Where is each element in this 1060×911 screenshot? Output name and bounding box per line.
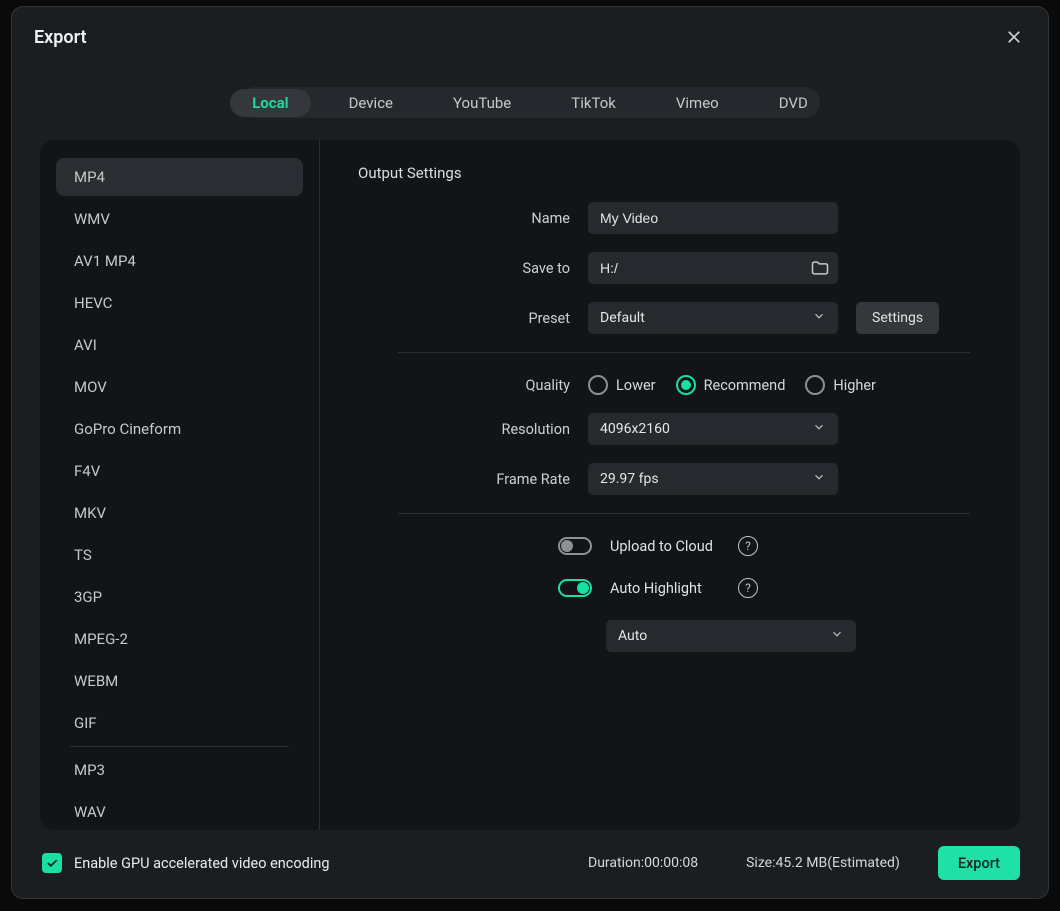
- format-separator: [70, 746, 289, 747]
- format-list: MP4 WMV AV1 MP4 HEVC AVI MOV GoPro Cineform F4V…: [40, 140, 320, 830]
- preset-label: Preset: [358, 310, 588, 327]
- save-to-input[interactable]: [588, 252, 838, 284]
- format-item-avi[interactable]: AVI: [56, 326, 303, 364]
- gpu-checkbox[interactable]: [42, 853, 62, 873]
- format-item-wav[interactable]: WAV: [56, 793, 303, 830]
- titlebar: Export: [12, 7, 1048, 57]
- quality-radio-recommend[interactable]: Recommend: [676, 375, 786, 395]
- quality-radio-higher[interactable]: Higher: [805, 375, 876, 395]
- upload-cloud-toggle[interactable]: [558, 537, 592, 555]
- export-tabs: LocalDeviceYouTubeTikTokVimeoDVD: [240, 87, 820, 118]
- upload-cloud-label: Upload to Cloud: [610, 538, 720, 555]
- radio-icon: [588, 375, 608, 395]
- tab-dvd[interactable]: DVD: [757, 89, 830, 117]
- frame-rate-value: 29.97 fps: [600, 471, 659, 487]
- tab-youtube[interactable]: YouTube: [431, 89, 533, 117]
- separator: [398, 352, 970, 353]
- tab-vimeo[interactable]: Vimeo: [654, 89, 741, 117]
- quality-radio-lower[interactable]: Lower: [588, 375, 656, 395]
- output-settings: Output Settings Name Save to Preset Defa…: [320, 140, 1020, 830]
- format-item-hevc[interactable]: HEVC: [56, 284, 303, 322]
- format-item-gif[interactable]: GIF: [56, 704, 303, 742]
- chevron-down-icon: [812, 309, 826, 327]
- preset-settings-button[interactable]: Settings: [856, 302, 939, 334]
- radio-icon: [805, 375, 825, 395]
- folder-icon: [810, 258, 830, 278]
- frame-rate-select[interactable]: 29.97 fps: [588, 463, 838, 495]
- format-item-wmv[interactable]: WMV: [56, 200, 303, 238]
- highlight-mode-value: Auto: [618, 628, 647, 644]
- preset-value: Default: [600, 310, 645, 326]
- resolution-select[interactable]: 4096x2160: [588, 413, 838, 445]
- frame-rate-label: Frame Rate: [358, 471, 588, 488]
- format-item-gopro-cineform[interactable]: GoPro Cineform: [56, 410, 303, 448]
- browse-folder-button[interactable]: [810, 258, 830, 278]
- format-item-mp4[interactable]: MP4: [56, 158, 303, 196]
- radio-icon: [676, 375, 696, 395]
- settings-panel: MP4 WMV AV1 MP4 HEVC AVI MOV GoPro Cineform F4V…: [40, 140, 1020, 830]
- help-highlight-button[interactable]: ?: [738, 578, 758, 598]
- auto-highlight-label: Auto Highlight: [610, 580, 720, 597]
- dialog-title: Export: [34, 27, 87, 48]
- resolution-value: 4096x2160: [600, 421, 670, 437]
- format-item-webm[interactable]: WEBM: [56, 662, 303, 700]
- chevron-down-icon: [812, 420, 826, 438]
- auto-highlight-toggle[interactable]: [558, 579, 592, 597]
- dialog-footer: Enable GPU accelerated video encoding Du…: [12, 830, 1048, 898]
- preset-select[interactable]: Default: [588, 302, 838, 334]
- quality-radio-group: Lower Recommend Higher: [588, 375, 876, 395]
- format-item-ts[interactable]: TS: [56, 536, 303, 574]
- duration-info: Duration:00:00:08: [588, 855, 698, 871]
- format-item-av1-mp4[interactable]: AV1 MP4: [56, 242, 303, 280]
- export-dialog: Export LocalDeviceYouTubeTikTokVimeoDVD …: [11, 6, 1049, 899]
- check-icon: [45, 856, 59, 870]
- format-item-mkv[interactable]: MKV: [56, 494, 303, 532]
- format-item-mpeg-2[interactable]: MPEG-2: [56, 620, 303, 658]
- name-label: Name: [358, 210, 588, 227]
- close-button[interactable]: [1002, 25, 1026, 49]
- quality-label: Quality: [358, 377, 588, 394]
- tab-local[interactable]: Local: [230, 89, 310, 117]
- tab-device[interactable]: Device: [327, 89, 415, 117]
- close-icon: [1005, 28, 1023, 46]
- chevron-down-icon: [812, 470, 826, 488]
- format-item-mp3[interactable]: MP3: [56, 751, 303, 789]
- section-title: Output Settings: [358, 164, 970, 182]
- resolution-label: Resolution: [358, 421, 588, 438]
- format-item-f4v[interactable]: F4V: [56, 452, 303, 490]
- chevron-down-icon: [830, 627, 844, 645]
- tab-tiktok[interactable]: TikTok: [549, 89, 638, 117]
- format-item-3gp[interactable]: 3GP: [56, 578, 303, 616]
- size-info: Size:45.2 MB(Estimated): [746, 855, 900, 871]
- highlight-mode-select[interactable]: Auto: [606, 620, 856, 652]
- name-input[interactable]: [588, 202, 838, 234]
- save-to-label: Save to: [358, 260, 588, 277]
- separator: [398, 513, 970, 514]
- export-button[interactable]: Export: [938, 846, 1020, 880]
- help-upload-button[interactable]: ?: [738, 536, 758, 556]
- gpu-label: Enable GPU accelerated video encoding: [74, 855, 330, 872]
- format-item-mov[interactable]: MOV: [56, 368, 303, 406]
